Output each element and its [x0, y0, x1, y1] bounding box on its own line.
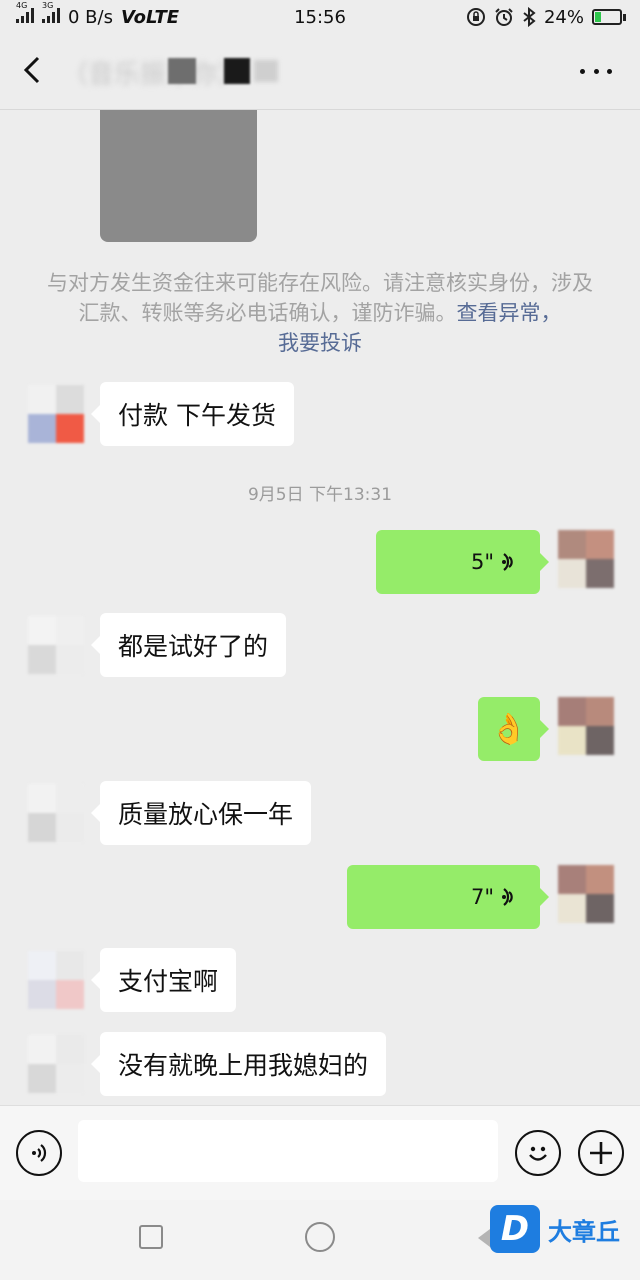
message-bubble[interactable]: 没有就晚上用我媳妇的	[90, 1032, 387, 1096]
watermark-logo: D	[490, 1205, 540, 1253]
avatar[interactable]	[28, 951, 84, 1009]
message-row: 7"	[0, 865, 640, 931]
voice-message-bubble[interactable]: 7"	[347, 865, 549, 929]
status-left: 4G 3G 0 B/s VoLTE	[16, 1, 180, 28]
message-input[interactable]	[78, 1120, 498, 1182]
message-row: 质量放心保一年	[0, 781, 640, 847]
emoji-picker-icon[interactable]	[515, 1130, 561, 1176]
avatar[interactable]	[558, 697, 614, 755]
avatar[interactable]	[558, 865, 614, 923]
message-row: 没有就晚上用我媳妇的	[0, 1032, 640, 1098]
volte-label: VoLTE	[120, 6, 180, 28]
message-row: 👌	[0, 697, 640, 763]
voice-duration: 7"	[470, 885, 494, 909]
battery-icon	[592, 9, 626, 25]
network-type-label: 4G	[16, 0, 28, 10]
timestamp: 9月5日 下午13:31	[247, 485, 393, 505]
voice-input-icon[interactable]	[16, 1130, 62, 1176]
watermark-text: 大章丘	[548, 1217, 620, 1246]
report-link[interactable]: 我要投诉	[278, 331, 362, 355]
network-type-label-2: 3G	[42, 0, 54, 10]
input-toolbar	[0, 1105, 640, 1200]
chat-area[interactable]: 与对方发生资金往来可能存在风险。请注意核实身份，涉及汇款、转账等务必电话确认，谨…	[0, 110, 640, 1105]
message-bubble[interactable]: 都是试好了的	[90, 613, 287, 677]
battery-percent: 24%	[543, 6, 584, 28]
voice-wave-icon	[502, 553, 513, 571]
recent-apps-button[interactable]	[139, 1225, 163, 1249]
rotation-lock-icon	[466, 8, 485, 26]
status-bar: 4G 3G 0 B/s VoLTE 15:56 24%	[0, 0, 640, 34]
message-bubble[interactable]: 支付宝啊	[90, 948, 237, 1012]
message-row: 5"	[0, 530, 640, 596]
back-arrow-icon[interactable]	[14, 52, 50, 88]
voice-duration: 5"	[470, 550, 494, 574]
network-speed: 0 B/s	[68, 6, 113, 28]
avatar[interactable]	[28, 784, 84, 842]
home-button[interactable]	[305, 1222, 335, 1252]
chat-title-redaction	[168, 56, 288, 86]
alarm-icon	[495, 8, 513, 26]
voice-message-bubble[interactable]: 5"	[376, 530, 549, 594]
system-nav-bar: D 大章丘	[0, 1200, 640, 1280]
signal-icon-2: 3G	[42, 1, 60, 28]
fraud-warning: 与对方发生资金往来可能存在风险。请注意核实身份，涉及汇款、转账等务必电话确认，谨…	[40, 268, 600, 358]
message-row: 付款 下午发货	[0, 382, 640, 448]
bluetooth-icon	[523, 7, 536, 27]
watermark: D 大章丘	[490, 1205, 620, 1253]
message-bubble[interactable]: 质量放心保一年	[90, 781, 312, 845]
chat-header: （音乐振东你）	[0, 34, 640, 110]
message-row: 都是试好了的	[0, 613, 640, 679]
message-row: 支付宝啊	[0, 948, 640, 1014]
status-right: 24%	[466, 7, 626, 28]
emoji-message-bubble[interactable]: 👌	[478, 697, 549, 761]
avatar[interactable]	[28, 385, 84, 443]
message-bubble[interactable]: 付款 下午发货	[91, 382, 294, 446]
more-options-icon[interactable]	[576, 56, 616, 86]
image-message[interactable]	[100, 110, 257, 242]
avatar[interactable]	[28, 616, 84, 674]
avatar[interactable]	[558, 530, 614, 588]
voice-wave-icon	[502, 888, 513, 906]
avatar[interactable]	[28, 1035, 84, 1093]
view-anomaly-link[interactable]: 查看异常，	[457, 301, 562, 325]
signal-icon: 4G	[16, 1, 34, 28]
add-attachment-icon[interactable]	[578, 1130, 624, 1176]
